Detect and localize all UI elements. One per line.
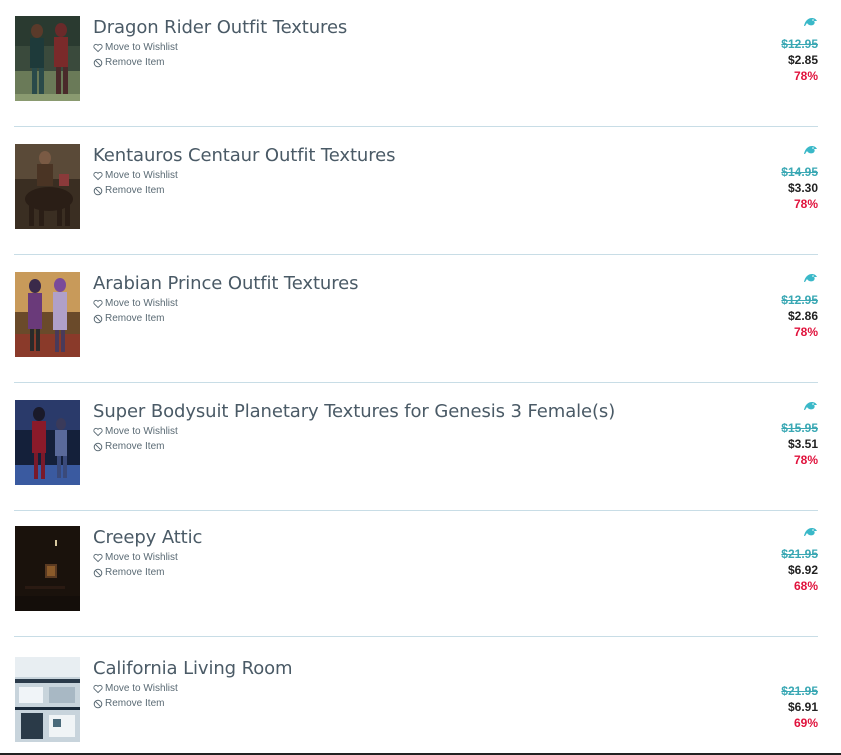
move-to-wishlist-link[interactable]: Move to Wishlist bbox=[93, 42, 178, 53]
discount-percent: 68% bbox=[793, 579, 818, 593]
wishlist-label: Move to Wishlist bbox=[105, 552, 178, 563]
ban-icon bbox=[93, 314, 103, 323]
heart-icon bbox=[93, 43, 103, 52]
product-title-link[interactable]: Creepy Attic bbox=[93, 527, 202, 548]
product-thumbnail[interactable] bbox=[15, 526, 80, 611]
ban-icon bbox=[93, 568, 103, 577]
sale-price: $6.91 bbox=[787, 700, 818, 714]
discount-percent: 78% bbox=[793, 453, 818, 467]
product-thumbnail[interactable] bbox=[15, 16, 80, 101]
remove-item-link[interactable]: Remove Item bbox=[93, 441, 164, 452]
daz-dragon-icon bbox=[804, 18, 817, 26]
wishlist-label: Move to Wishlist bbox=[105, 170, 178, 181]
price-block: $15.95 $3.51 78% bbox=[748, 400, 818, 468]
daz-dragon-icon bbox=[804, 274, 817, 282]
move-to-wishlist-link[interactable]: Move to Wishlist bbox=[93, 552, 178, 563]
cart-item: Creepy Attic Move to Wishlist Remove Ite… bbox=[14, 510, 818, 637]
cart-item: Arabian Prince Outfit Textures Move to W… bbox=[14, 256, 818, 383]
discount-percent: 78% bbox=[793, 197, 818, 211]
cart-item: California Living Room Move to Wishlist … bbox=[14, 637, 818, 755]
remove-item-link[interactable]: Remove Item bbox=[93, 57, 164, 68]
remove-label: Remove Item bbox=[105, 698, 165, 709]
sale-price: $2.86 bbox=[787, 309, 818, 323]
product-title-link[interactable]: Dragon Rider Outfit Textures bbox=[93, 17, 347, 38]
price-block: $12.95 $2.86 78% bbox=[748, 272, 818, 340]
sale-price: $6.92 bbox=[787, 563, 818, 577]
remove-label: Remove Item bbox=[105, 57, 165, 68]
remove-label: Remove Item bbox=[105, 313, 165, 324]
sale-price: $3.30 bbox=[787, 181, 818, 195]
remove-item-link[interactable]: Remove Item bbox=[93, 698, 164, 709]
item-divider bbox=[14, 382, 818, 383]
ban-icon bbox=[93, 186, 103, 195]
heart-icon bbox=[93, 171, 103, 180]
original-price: $12.95 bbox=[781, 293, 818, 307]
product-title-link[interactable]: California Living Room bbox=[93, 658, 293, 679]
discount-percent: 78% bbox=[793, 69, 818, 83]
product-title-link[interactable]: Arabian Prince Outfit Textures bbox=[93, 273, 359, 294]
price-block: $14.95 $3.30 78% bbox=[748, 144, 818, 212]
daz-dragon-icon bbox=[804, 528, 817, 536]
move-to-wishlist-link[interactable]: Move to Wishlist bbox=[93, 298, 178, 309]
wishlist-label: Move to Wishlist bbox=[105, 298, 178, 309]
original-price: $12.95 bbox=[781, 37, 818, 51]
cart-item: Super Bodysuit Planetary Textures for Ge… bbox=[14, 384, 818, 511]
item-divider bbox=[14, 126, 818, 127]
wishlist-label: Move to Wishlist bbox=[105, 683, 178, 694]
ban-icon bbox=[93, 58, 103, 67]
heart-icon bbox=[93, 553, 103, 562]
wishlist-label: Move to Wishlist bbox=[105, 426, 178, 437]
move-to-wishlist-link[interactable]: Move to Wishlist bbox=[93, 426, 178, 437]
remove-item-link[interactable]: Remove Item bbox=[93, 567, 164, 578]
ban-icon bbox=[93, 699, 103, 708]
wishlist-label: Move to Wishlist bbox=[105, 42, 178, 53]
price-block: $21.95 $6.92 68% bbox=[748, 526, 818, 594]
sale-price: $2.85 bbox=[787, 53, 818, 67]
product-thumbnail[interactable] bbox=[15, 657, 80, 742]
discount-percent: 78% bbox=[793, 325, 818, 339]
heart-icon bbox=[93, 684, 103, 693]
original-price: $14.95 bbox=[781, 165, 818, 179]
daz-dragon-icon bbox=[804, 146, 817, 154]
discount-percent: 69% bbox=[793, 716, 818, 730]
price-block: $12.95 $2.85 78% bbox=[748, 16, 818, 84]
daz-dragon-icon bbox=[804, 402, 817, 410]
move-to-wishlist-link[interactable]: Move to Wishlist bbox=[93, 683, 178, 694]
remove-label: Remove Item bbox=[105, 567, 165, 578]
original-price: $15.95 bbox=[781, 421, 818, 435]
price-block: $21.95 $6.91 69% bbox=[748, 675, 818, 731]
cart-item: Kentauros Centaur Outfit Textures Move t… bbox=[14, 128, 818, 255]
heart-icon bbox=[93, 299, 103, 308]
heart-icon bbox=[93, 427, 103, 436]
cart-item: Dragon Rider Outfit Textures Move to Wis… bbox=[14, 0, 818, 127]
product-thumbnail[interactable] bbox=[15, 400, 80, 485]
ban-icon bbox=[93, 442, 103, 451]
remove-label: Remove Item bbox=[105, 441, 165, 452]
product-title-link[interactable]: Kentauros Centaur Outfit Textures bbox=[93, 145, 396, 166]
original-price: $21.95 bbox=[781, 684, 818, 698]
product-thumbnail[interactable] bbox=[15, 272, 80, 357]
product-title-link[interactable]: Super Bodysuit Planetary Textures for Ge… bbox=[93, 401, 615, 422]
original-price: $21.95 bbox=[781, 547, 818, 561]
remove-item-link[interactable]: Remove Item bbox=[93, 313, 164, 324]
sale-price: $3.51 bbox=[787, 437, 818, 451]
remove-item-link[interactable]: Remove Item bbox=[93, 185, 164, 196]
move-to-wishlist-link[interactable]: Move to Wishlist bbox=[93, 170, 178, 181]
product-thumbnail[interactable] bbox=[15, 144, 80, 229]
item-divider bbox=[14, 254, 818, 255]
remove-label: Remove Item bbox=[105, 185, 165, 196]
